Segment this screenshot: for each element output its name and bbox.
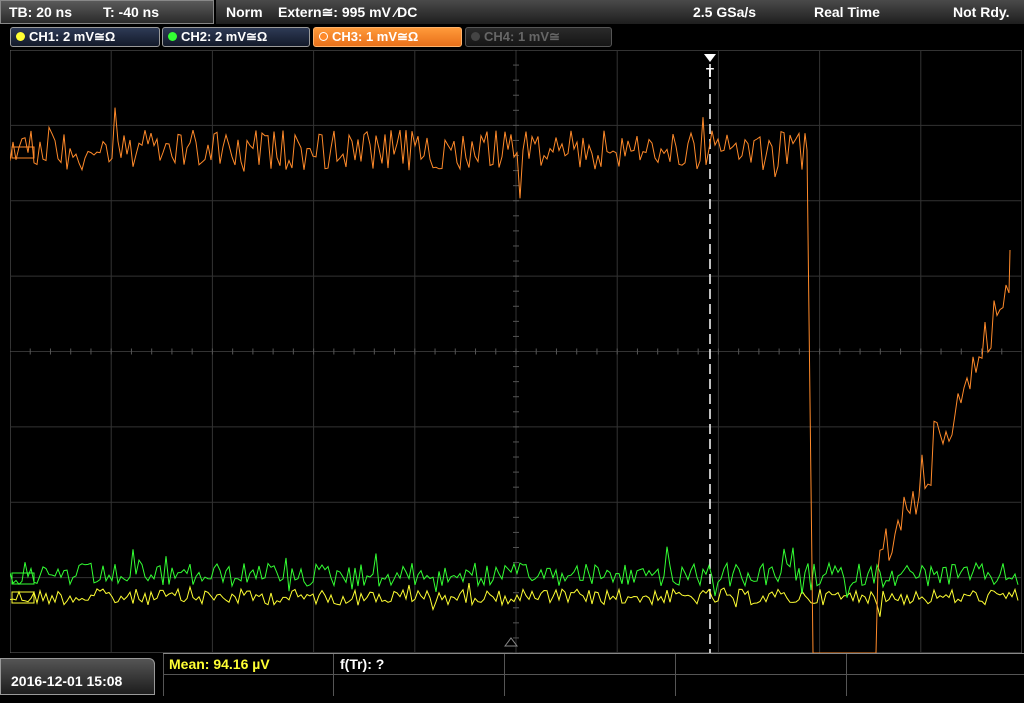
ready-status-label: Not Rdy. bbox=[953, 4, 1010, 20]
measurement-row-divider bbox=[163, 674, 1024, 675]
waveform-display[interactable]: T bbox=[10, 50, 1022, 653]
channel-4-label: CH4: 1 mV≅ bbox=[484, 29, 560, 44]
sample-rate-label: 2.5 GSa/s bbox=[693, 4, 757, 20]
channel-3-label: CH3: 1 mV≅Ω bbox=[332, 29, 419, 44]
channel-2-label: CH2: 2 mV≅Ω bbox=[181, 29, 268, 44]
channel-2-indicator-icon bbox=[168, 32, 177, 41]
acquisition-status-strip[interactable]: Norm Extern≅: 995 mV ∕DC 2.5 GSa/s Real … bbox=[216, 0, 1024, 25]
trigger-frequency-measurement: f(Tr): ? bbox=[340, 656, 385, 672]
datetime-display[interactable]: 2016-12-01 15:08 bbox=[0, 658, 155, 695]
channel-button-row: CH1: 2 mV≅Ω CH2: 2 mV≅Ω CH3: 1 mV≅Ω CH4:… bbox=[0, 24, 1024, 50]
trigger-offset-label: T: -40 ns bbox=[103, 4, 160, 20]
datetime-label: 2016-12-01 15:08 bbox=[11, 673, 123, 689]
trigger-mode-label: Norm bbox=[226, 4, 263, 20]
trigger-marker-label: T bbox=[706, 65, 714, 80]
timebase-label: TB: 20 ns bbox=[9, 4, 73, 20]
mean-measurement: Mean: 94.16 µV bbox=[169, 656, 270, 672]
acquisition-mode-label: Real Time bbox=[814, 4, 880, 20]
channel-4-button[interactable]: CH4: 1 mV≅ bbox=[465, 27, 612, 47]
channel-1-button[interactable]: CH1: 2 mV≅Ω bbox=[10, 27, 160, 47]
channel-1-indicator-icon bbox=[16, 32, 25, 41]
channel-2-button[interactable]: CH2: 2 mV≅Ω bbox=[162, 27, 310, 47]
measurement-col-divider bbox=[163, 654, 164, 696]
channel-3-button[interactable]: CH3: 1 mV≅Ω bbox=[313, 27, 462, 47]
measurement-table[interactable]: Mean: 94.16 µV f(Tr): ? bbox=[163, 653, 1024, 696]
top-status-bar: TB: 20 ns T: -40 ns Norm Extern≅: 995 mV… bbox=[0, 0, 1024, 25]
measurement-col-divider bbox=[846, 654, 847, 696]
timebase-box[interactable]: TB: 20 ns T: -40 ns bbox=[0, 0, 214, 24]
measurement-col-divider bbox=[675, 654, 676, 696]
channel-4-indicator-icon bbox=[471, 32, 480, 41]
bottom-bar: 2016-12-01 15:08 Mean: 94.16 µV f(Tr): ? bbox=[0, 653, 1024, 696]
trigger-source-label: Extern≅: 995 mV ∕DC bbox=[278, 4, 418, 20]
channel-3-indicator-icon bbox=[319, 32, 328, 41]
measurement-col-divider bbox=[504, 654, 505, 696]
channel-1-label: CH1: 2 mV≅Ω bbox=[29, 29, 116, 44]
measurement-col-divider bbox=[333, 654, 334, 696]
